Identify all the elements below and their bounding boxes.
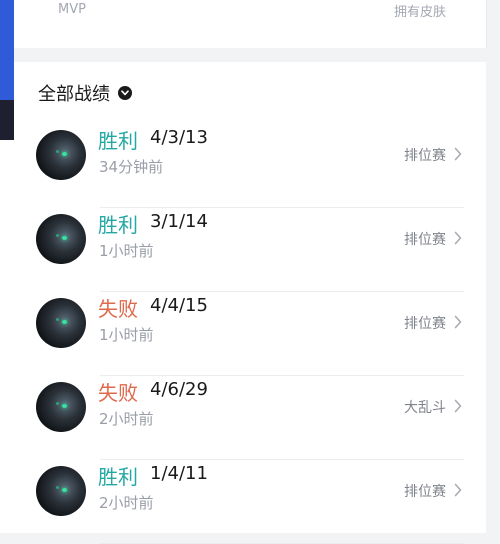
owned-skins-label: 拥有皮肤 [393,5,446,20]
match-time: 1小时前 [99,242,154,260]
chevron-right-icon [454,231,462,245]
match-mode: 排位赛 [404,484,446,500]
chevron-right-icon [454,315,462,329]
match-result: 失败 [98,381,138,405]
section-title: 全部战绩 [38,84,110,105]
stats-card: MVP 拥有皮肤 [14,0,487,48]
champion-avatar [36,130,86,180]
section-header[interactable]: 全部战绩 [38,80,132,106]
match-result: 胜利 [98,213,138,237]
match-row[interactable]: 失败 4/4/15 1小时前 排位赛 [14,292,486,376]
match-kda: 4/4/15 [150,295,208,316]
chevron-right-icon [454,399,462,413]
match-kda: 4/3/13 [150,127,208,148]
champion-avatar [36,466,86,516]
match-result: 胜利 [98,465,138,489]
match-row[interactable]: 胜利 4/3/13 34分钟前 排位赛 [14,124,486,208]
chevron-right-icon [454,483,462,497]
chevron-down-icon[interactable] [118,86,132,100]
match-row[interactable]: 胜利 3/1/14 1小时前 排位赛 [14,208,486,292]
match-time: 2小时前 [99,410,154,428]
match-history-card: 全部战绩 胜利 4/3/13 34分钟前 排位赛 胜利 3/1/14 1小时前 … [14,62,486,544]
champion-avatar [36,298,86,348]
match-time: 1小时前 [99,326,154,344]
mvp-label: MVP [58,2,86,17]
match-list: 胜利 4/3/13 34分钟前 排位赛 胜利 3/1/14 1小时前 排位赛 失… [14,124,486,544]
match-kda: 3/1/14 [150,211,208,232]
section-divider [14,48,486,62]
match-result: 失败 [98,297,138,321]
match-row[interactable]: 胜利 1/4/11 2小时前 排位赛 [14,460,486,544]
match-time: 34分钟前 [99,158,164,176]
match-mode: 排位赛 [404,316,446,332]
match-time: 2小时前 [99,494,154,512]
champion-avatar [36,382,86,432]
champion-avatar [36,214,86,264]
chevron-right-icon [454,147,462,161]
match-result: 胜利 [98,129,138,153]
match-kda: 1/4/11 [150,463,208,484]
match-kda: 4/6/29 [150,379,208,400]
match-mode: 大乱斗 [404,400,446,416]
match-mode: 排位赛 [404,148,446,164]
match-row[interactable]: 失败 4/6/29 2小时前 大乱斗 [14,376,486,460]
match-mode: 排位赛 [404,232,446,248]
